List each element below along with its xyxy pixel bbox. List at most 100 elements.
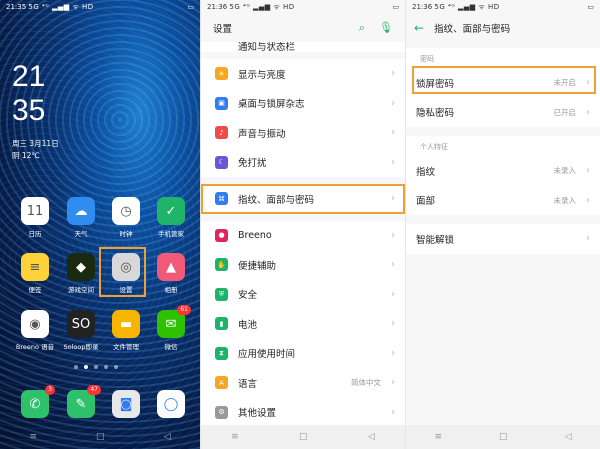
settings-item-hourglass[interactable]: ⧗ 应用使用时间 › <box>201 338 405 368</box>
hourglass-icon: ⧗ <box>215 346 228 360</box>
app-folder[interactable]: ▬ 文件管理 <box>106 310 146 351</box>
app-wechat[interactable]: ✉ 61 微信 <box>151 305 191 351</box>
dock-browser[interactable]: ◯ <box>151 390 191 418</box>
app-clock[interactable]: ◷ 时钟 <box>106 197 146 238</box>
clock-hour: 21 <box>12 60 46 93</box>
page-dot[interactable] <box>74 365 78 369</box>
home-icon[interactable]: □ <box>299 432 308 442</box>
settings-item-brightness[interactable]: ☀ 显示与亮度 › <box>201 59 405 89</box>
nav-bar: ≡ □ ◁ <box>0 425 200 449</box>
settings-item-label: 电池 <box>238 319 258 331</box>
weather-text: 阴 12℃ <box>12 151 40 160</box>
app-photos[interactable]: ▲ 相册 <box>151 253 191 294</box>
moon-icon: ☾ <box>215 155 228 169</box>
notes-icon: ≡ <box>21 253 49 281</box>
app-label: 日历 <box>28 230 42 238</box>
settings-item-assist[interactable]: ✋ 便捷辅助 › <box>201 250 405 280</box>
menu-icon[interactable]: ≡ <box>435 432 443 442</box>
app-shield[interactable]: ✓ 手机管家 <box>151 197 191 238</box>
row-value: 未录入 <box>553 166 577 176</box>
chevron-right-icon: › <box>586 233 590 245</box>
settings-item-gear[interactable]: ⚙ 其他设置 › <box>201 397 405 427</box>
chevron-right-icon: › <box>391 288 395 300</box>
page-dot[interactable] <box>104 365 108 369</box>
settings-item-wallpaper[interactable]: ▣ 桌面与锁屏杂志 › <box>201 88 405 118</box>
page-dot-active[interactable] <box>84 365 88 369</box>
app-game[interactable]: ◆ 游戏空间 <box>61 253 101 294</box>
privacy-password-row[interactable]: 隐私密码 已开启 › <box>406 97 600 127</box>
fingerprint-icon: ⌘ <box>215 192 228 206</box>
settings-item-moon[interactable]: ☾ 免打扰 › <box>201 147 405 177</box>
nav-bar: ≡ □ ◁ <box>201 425 405 449</box>
phone-icon: ✆ 3 <box>21 385 55 418</box>
settings-item-battery[interactable]: ▮ 电池 › <box>201 309 405 339</box>
menu-icon[interactable]: ≡ <box>30 432 38 442</box>
menu-icon[interactable]: ≡ <box>231 432 239 442</box>
chevron-right-icon: › <box>586 165 590 177</box>
gear-icon: ⚙ <box>215 405 228 419</box>
dock-camera[interactable]: ◙ <box>106 390 146 418</box>
notification-badge: 3 <box>45 385 55 395</box>
lock-password-highlight <box>412 66 596 94</box>
game-icon: ◆ <box>67 253 95 281</box>
battery-icon: ▭ <box>587 3 594 11</box>
clock-icon: ◷ <box>112 197 140 225</box>
page-title: 指纹、面部与密码 <box>434 24 511 35</box>
home-screen: 21:35 5G ⁴ᴳ ▂▄▆ ᯤ HD ▭ 21 35 周三 3月11日 阴 … <box>0 0 200 449</box>
photos-icon: ▲ <box>157 253 185 281</box>
security-header: ← 指纹、面部与密码 <box>406 14 600 42</box>
assist-icon: ✋ <box>215 258 228 272</box>
folder-icon: ▬ <box>112 310 140 338</box>
settings-item-language[interactable]: A 语言 简体中文 › <box>201 368 405 398</box>
row-label: 指纹 <box>416 166 436 178</box>
home-icon[interactable]: □ <box>96 432 105 442</box>
settings-item-fingerprint-highlighted[interactable]: ⌘ 指纹、面部与密码 › <box>201 184 405 214</box>
app-breeno[interactable]: ◉ Breeno 语音 <box>15 310 55 351</box>
face-row[interactable]: 面部 未录入 › <box>406 185 600 215</box>
chevron-right-icon: › <box>391 318 395 330</box>
back-arrow-icon[interactable]: ← <box>414 21 424 35</box>
app-label: 便签 <box>28 286 42 294</box>
chevron-right-icon: › <box>391 377 395 389</box>
dock-messages[interactable]: ✎ 47 <box>61 385 101 418</box>
signal-icon: 5G ⁴ᴳ ▂▄▆ ᯤ HD <box>229 2 295 11</box>
settings-item-security[interactable]: ⛨ 安全 › <box>201 279 405 309</box>
app-weather[interactable]: ☁ 天气 <box>61 197 101 238</box>
microphone-icon[interactable]: 🎙 <box>379 21 393 35</box>
section-header-password: 密码 <box>406 48 600 68</box>
settings-item-notifications[interactable]: 通知与状态栏 <box>201 42 405 52</box>
settings-item-label: 安全 <box>238 290 258 302</box>
back-icon[interactable]: ◁ <box>565 432 572 442</box>
settings-item-label: 应用使用时间 <box>238 349 296 361</box>
back-icon[interactable]: ◁ <box>368 432 375 442</box>
status-bar: 21:36 5G ⁴ᴳ ▂▄▆ ᯤ HD ▭ <box>406 0 600 14</box>
home-icon[interactable]: □ <box>499 432 508 442</box>
settings-item-breeno[interactable]: ● Breeno › <box>201 220 405 250</box>
app-label: Breeno 语音 <box>15 343 55 351</box>
app-soloop[interactable]: SO Soloop即录 <box>61 310 101 351</box>
page-dot[interactable] <box>94 365 98 369</box>
fingerprint-row[interactable]: 指纹 未录入 › <box>406 156 600 186</box>
shield-icon: ✓ <box>157 197 185 225</box>
status-bar: 21:35 5G ⁴ᴳ ▂▄▆ ᯤ HD ▭ <box>0 0 200 14</box>
page-dot[interactable] <box>114 365 118 369</box>
settings-item-sound[interactable]: ♪ 声音与振动 › <box>201 118 405 148</box>
dock-phone[interactable]: ✆ 3 <box>15 385 55 418</box>
settings-item-label: 免打扰 <box>238 158 267 170</box>
smart-unlock-row[interactable]: 智能解锁 › <box>406 224 600 254</box>
app-calendar[interactable]: 11 日历 <box>15 197 55 238</box>
calendar-icon: 11 <box>21 197 49 225</box>
date-widget: 周三 3月11日 阴 12℃ <box>12 138 59 162</box>
chevron-right-icon: › <box>391 347 395 359</box>
back-icon[interactable]: ◁ <box>164 432 171 442</box>
row-label: 隐私密码 <box>416 108 455 120</box>
chevron-right-icon: › <box>391 156 395 168</box>
camera-icon: ◙ <box>112 390 140 418</box>
app-notes[interactable]: ≡ 便签 <box>15 253 55 294</box>
wallpaper-icon: ▣ <box>215 96 228 110</box>
app-label: 微信 <box>164 343 178 351</box>
page-indicator <box>74 365 118 369</box>
settings-item-label: 其他设置 <box>238 408 277 420</box>
search-icon[interactable]: ⌕ <box>359 21 365 35</box>
battery-icon: ▮ <box>215 317 228 331</box>
